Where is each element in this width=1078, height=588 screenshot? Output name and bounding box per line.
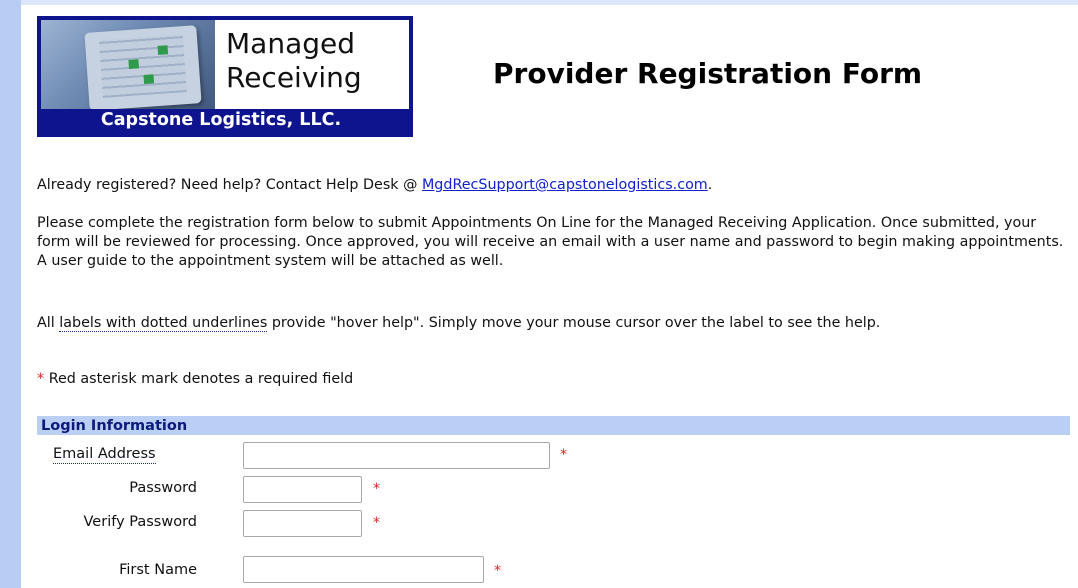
verify-password-input[interactable] — [243, 510, 362, 537]
hover-help-text: All labels with dotted underlines provid… — [37, 315, 881, 332]
top-border — [21, 0, 1078, 5]
section-title: Login Information — [41, 418, 188, 434]
page-title: Provider Registration Form — [493, 57, 923, 90]
required-field-note: * Red asterisk mark denotes a required f… — [37, 371, 354, 387]
verify-password-required-asterisk-icon: * — [373, 515, 380, 531]
first-name-label: First Name — [119, 562, 197, 578]
hover-help-label-example: labels with dotted underlines — [59, 315, 268, 332]
password-input[interactable] — [243, 476, 362, 503]
logo-text-receiving: Receiving — [226, 61, 362, 94]
email-address-input[interactable] — [243, 442, 550, 469]
login-information-section-header: Login Information — [37, 416, 1070, 435]
logo-company-name: Capstone Logistics, LLC. — [100, 110, 342, 130]
managed-receiving-logo: Managed Receiving Capstone Logistics, LL… — [37, 16, 413, 137]
password-required-asterisk-icon: * — [373, 481, 380, 497]
help-desk-line: Already registered? Need help? Contact H… — [37, 177, 713, 193]
first-name-input[interactable] — [243, 556, 484, 583]
handheld-device-image — [41, 20, 215, 109]
instructions-text: Please complete the registration form be… — [37, 215, 1064, 269]
email-required-asterisk-icon: * — [560, 447, 567, 463]
email-address-label: Email Address — [53, 446, 156, 464]
logo-text-managed: Managed — [226, 27, 355, 60]
left-side-bar — [0, 0, 21, 588]
password-label: Password — [129, 480, 197, 496]
verify-password-label: Verify Password — [83, 514, 197, 530]
first-name-required-asterisk-icon: * — [494, 563, 501, 579]
help-desk-email-link[interactable]: MgdRecSupport@capstonelogistics.com — [422, 177, 708, 193]
